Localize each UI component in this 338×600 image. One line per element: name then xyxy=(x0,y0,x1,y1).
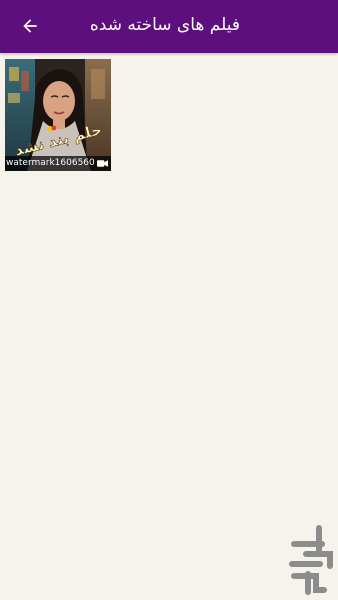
back-button[interactable] xyxy=(14,10,46,42)
page-title: فیلم های ساخته شده xyxy=(89,15,240,35)
store-logo-icon xyxy=(289,525,333,595)
video-caption: watermark1606560... xyxy=(5,156,111,171)
arrow-back-icon xyxy=(23,19,37,33)
video-thumbnail: حلم بند نشد xyxy=(5,59,111,171)
app-bar: فیلم های ساخته شده xyxy=(0,0,338,53)
video-filename: watermark1606560... xyxy=(6,158,95,168)
video-camera-icon xyxy=(97,160,108,167)
video-item[interactable]: حلم بند نشد watermark1606560... xyxy=(5,59,111,171)
